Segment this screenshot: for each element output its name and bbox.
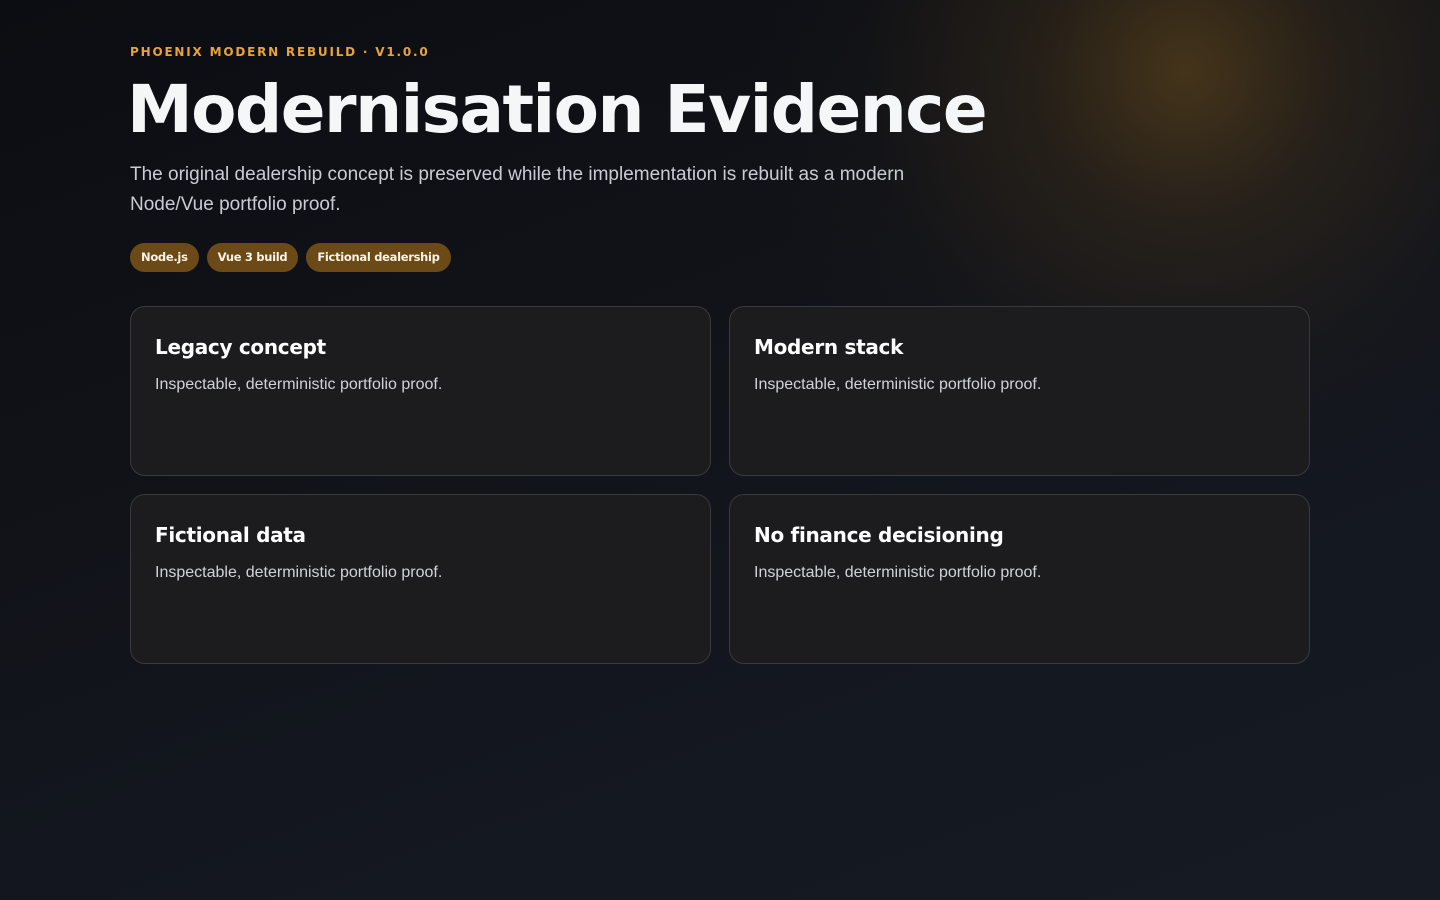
tag-list: Node.js Vue 3 build Fictional dealership — [130, 243, 451, 272]
card-description: Inspectable, deterministic portfolio pro… — [754, 564, 1042, 581]
card-fictional-data: Fictional data Inspectable, deterministi… — [130, 494, 711, 664]
card-description: Inspectable, deterministic portfolio pro… — [155, 564, 443, 581]
card-title: Legacy concept — [155, 335, 326, 359]
card-description: Inspectable, deterministic portfolio pro… — [754, 376, 1042, 393]
card-legacy-concept: Legacy concept Inspectable, deterministi… — [130, 306, 711, 476]
page-description: The original dealership concept is prese… — [130, 164, 905, 215]
evidence-card-grid: Legacy concept Inspectable, deterministi… — [130, 306, 1310, 664]
tag-vue-build: Vue 3 build — [206, 243, 299, 272]
tag-nodejs: Node.js — [130, 243, 199, 272]
card-modern-stack: Modern stack Inspectable, deterministic … — [729, 306, 1310, 476]
page-title: Modernisation Evidence — [127, 71, 988, 148]
card-title: Fictional data — [155, 523, 306, 547]
card-title: Modern stack — [754, 335, 904, 359]
card-description: Inspectable, deterministic portfolio pro… — [155, 376, 443, 393]
card-no-finance-decisioning: No finance decisioning Inspectable, dete… — [729, 494, 1310, 664]
tag-fictional-dealership: Fictional dealership — [306, 243, 451, 272]
card-title: No finance decisioning — [754, 523, 1004, 547]
eyebrow-label: PHOENIX MODERN REBUILD · V1.0.0 — [130, 45, 430, 59]
